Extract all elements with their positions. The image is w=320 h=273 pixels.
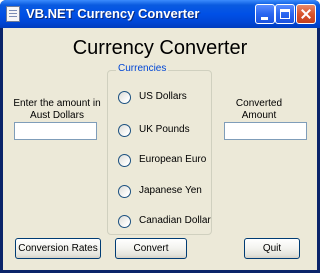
close-icon <box>297 5 315 23</box>
app-window: VB.NET Currency Converter Currency Conve… <box>0 0 320 273</box>
quit-button[interactable]: Quit <box>244 238 300 259</box>
radio-label[interactable]: European Euro <box>139 154 206 165</box>
minimize-button[interactable] <box>255 4 275 24</box>
radio-label[interactable]: Japanese Yen <box>139 185 202 196</box>
maximize-button[interactable] <box>275 4 295 24</box>
radio-button-icon[interactable] <box>118 124 131 137</box>
amount-input[interactable] <box>14 122 97 140</box>
title-bar[interactable]: VB.NET Currency Converter <box>0 0 320 28</box>
converted-amount-label: Converted Amount <box>235 98 283 121</box>
radio-label[interactable]: Canadian Dollar <box>139 215 211 226</box>
converted-amount-field[interactable] <box>224 122 307 140</box>
radio-label[interactable]: UK Pounds <box>139 124 190 135</box>
radio-button-icon[interactable] <box>118 154 131 167</box>
radio-button-icon[interactable] <box>118 185 131 198</box>
conversion-rates-button[interactable]: Conversion Rates <box>15 238 101 259</box>
page-title: Currency Converter <box>72 37 248 59</box>
window-title: VB.NET Currency Converter <box>26 6 200 21</box>
maximize-icon <box>280 9 290 19</box>
close-button[interactable] <box>296 4 316 24</box>
currencies-group-title: Currencies <box>116 63 169 74</box>
minimize-icon <box>261 17 268 20</box>
radio-label[interactable]: US Dollars <box>139 91 187 102</box>
convert-button[interactable]: Convert <box>115 238 187 259</box>
app-window-icon[interactable] <box>6 6 20 22</box>
radio-button-icon[interactable] <box>118 215 131 228</box>
radio-button-icon[interactable] <box>118 91 131 104</box>
form-client-area: Currency Converter Enter the amount in A… <box>3 28 317 270</box>
amount-label: Enter the amount in Aust Dollars <box>13 98 101 121</box>
